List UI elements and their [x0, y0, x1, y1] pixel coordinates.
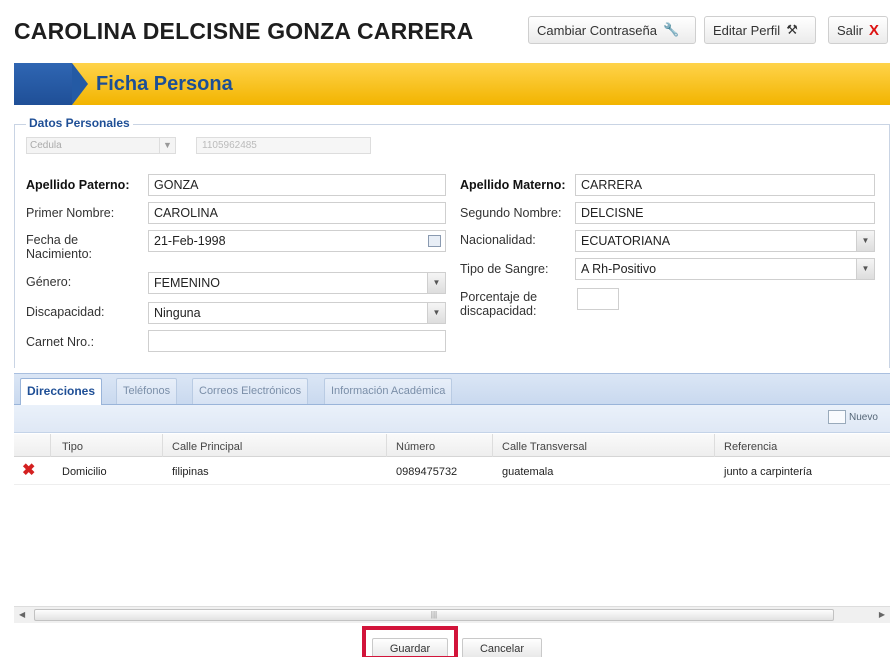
close-x-icon: X [869, 21, 880, 39]
change-password-label: Cambiar Contraseña [537, 22, 657, 38]
table-cell-cross-street: guatemala [502, 466, 554, 478]
disability-percentage-input[interactable] [577, 288, 619, 310]
disability-label: Discapacidad: [26, 305, 105, 319]
document-type-select[interactable]: Cedula ▼ [26, 137, 176, 154]
second-name-input[interactable]: DELCISNE [575, 202, 875, 224]
tab-emails[interactable]: Correos Electrónicos [192, 378, 309, 404]
edit-profile-label: Editar Perfil [713, 22, 781, 38]
column-separator [386, 434, 387, 457]
disability-value: Ninguna [154, 306, 201, 320]
gender-label: Género: [26, 275, 72, 289]
scroll-right-arrow-icon[interactable]: ▶ [879, 610, 885, 619]
birth-date-input[interactable]: 21-Feb-1998 [148, 230, 446, 252]
birth-date-label: Fecha de Nacimiento: [26, 233, 92, 261]
column-separator [492, 434, 493, 457]
nationality-label: Nacionalidad: [460, 233, 536, 247]
document-number-field[interactable]: 1105962485 [196, 137, 371, 154]
chevron-down-icon: ▼ [856, 231, 874, 251]
user-name-title: CAROLINA DELCISNE GONZA CARRERA [14, 18, 474, 44]
section-banner: Ficha Persona [14, 63, 890, 105]
blood-type-label: Tipo de Sangre: [460, 262, 549, 276]
delete-x-icon[interactable]: ✖ [22, 463, 35, 479]
disability-select[interactable]: Ninguna ▼ [148, 302, 446, 324]
scroll-left-arrow-icon[interactable]: ◀ [19, 610, 25, 619]
chevron-down-icon: ▼ [856, 259, 874, 279]
tab-addresses[interactable]: Direcciones [20, 378, 103, 406]
carnet-input[interactable] [148, 330, 446, 352]
second-name-label: Segundo Nombre: [460, 206, 562, 220]
nationality-select[interactable]: ECUATORIANA ▼ [575, 230, 875, 252]
exit-label: Salir [837, 22, 864, 38]
calendar-icon[interactable] [428, 235, 441, 247]
cancel-button[interactable]: Cancelar [462, 638, 542, 657]
tab-phones[interactable]: Teléfonos [116, 378, 178, 404]
table-cell-main-street: filipinas [172, 466, 209, 478]
key-pencil-icon: 🔧 [662, 22, 680, 37]
document-type-value: Cedula [30, 140, 62, 151]
column-separator [714, 434, 715, 457]
disability-percentage-label: Porcentaje de discapacidad: [460, 290, 538, 318]
save-button-highlight [362, 626, 458, 657]
change-password-button[interactable]: Cambiar Contraseña 🔧 [528, 16, 696, 44]
table-row[interactable] [14, 484, 890, 485]
first-name-input[interactable]: CAROLINA [148, 202, 446, 224]
first-name-label: Primer Nombre: [26, 206, 115, 220]
column-header-cross-street[interactable]: Calle Transversal [502, 441, 587, 453]
horizontal-scrollbar[interactable]: ◀ ||| ▶ [14, 606, 890, 623]
paternal-surname-label: Apellido Paterno: [26, 178, 130, 192]
gender-select[interactable]: FEMENINO ▼ [148, 272, 446, 294]
wrench-icon: ⚒ [786, 22, 798, 37]
table-cell-type: Domicilio [62, 466, 107, 478]
column-separator [50, 434, 51, 457]
chevron-down-icon: ▼ [427, 303, 445, 323]
new-record-icon [828, 410, 846, 424]
personal-data-legend: Datos Personales [26, 116, 133, 130]
paternal-surname-input[interactable]: GONZA [148, 174, 446, 196]
column-header-number[interactable]: Número [396, 441, 435, 453]
edit-profile-button[interactable]: Editar Perfil ⚒ [704, 16, 816, 44]
new-record-button[interactable]: Nuevo [828, 410, 878, 424]
blood-type-select[interactable]: A Rh-Positivo ▼ [575, 258, 875, 280]
banner-blue-block [14, 63, 72, 105]
column-header-reference[interactable]: Referencia [724, 441, 777, 453]
exit-button[interactable]: Salir X [828, 16, 888, 44]
new-record-label: Nuevo [849, 411, 878, 423]
chevron-down-icon: ▼ [159, 138, 175, 153]
gender-value: FEMENINO [154, 276, 220, 290]
maternal-surname-label: Apellido Materno: [460, 178, 566, 192]
table-cell-number: 0989475732 [396, 466, 458, 478]
scrollbar-thumb[interactable]: ||| [34, 609, 834, 621]
table-cell-reference: junto a carpintería [724, 466, 813, 478]
tab-academic-info[interactable]: Información Académica [324, 378, 453, 404]
column-separator [162, 434, 163, 457]
column-header-type[interactable]: Tipo [62, 441, 83, 453]
grid-toolbar [14, 405, 890, 433]
nationality-value: ECUATORIANA [581, 234, 671, 248]
chevron-down-icon: ▼ [427, 273, 445, 293]
maternal-surname-input[interactable]: CARRERA [575, 174, 875, 196]
banner-title: Ficha Persona [96, 73, 233, 95]
carnet-label: Carnet Nro.: [26, 335, 95, 349]
banner-arrow [72, 63, 88, 105]
column-header-main-street[interactable]: Calle Principal [172, 441, 242, 453]
blood-type-value: A Rh-Positivo [581, 262, 657, 276]
birth-date-value: 21-Feb-1998 [154, 234, 226, 248]
